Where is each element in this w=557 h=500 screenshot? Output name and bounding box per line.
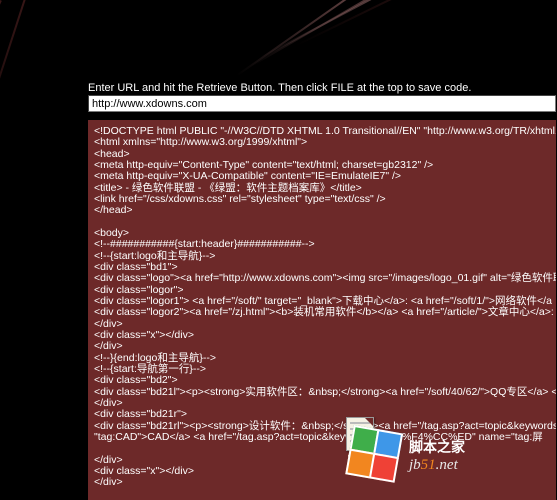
code-line: <div class="logo"><a href="http://www.xd… xyxy=(94,273,550,284)
bg-streak xyxy=(0,0,2,182)
code-line: </head> xyxy=(94,205,550,216)
code-line: <html xmlns="http://www.w3.org/1999/xhtm… xyxy=(94,137,550,148)
code-line xyxy=(94,217,550,228)
bg-streak xyxy=(0,0,32,228)
code-line: <div class="bd21r"> xyxy=(94,409,550,420)
code-line: <meta http-equiv="X-UA-Compatible" conte… xyxy=(94,171,550,182)
instruction-text: Enter URL and hit the Retrieve Button. T… xyxy=(88,82,471,94)
code-line: <link href="/css/xdowns.css" rel="styles… xyxy=(94,194,550,205)
site-logo: 脚本之家 jb51.net xyxy=(349,424,549,486)
code-line: <div class="logor2"><a href="/zj.html"><… xyxy=(94,307,550,318)
site-logo-domain: jb51.net xyxy=(409,457,465,474)
bg-streak xyxy=(236,0,401,76)
url-input[interactable] xyxy=(88,95,556,112)
site-logo-title: 脚本之家 xyxy=(409,437,465,457)
code-line: </div> xyxy=(94,341,550,352)
code-line: <div class="bd2"> xyxy=(94,375,550,386)
code-line: <!--###########{start:header}###########… xyxy=(94,239,550,250)
site-logo-icon xyxy=(345,425,405,485)
code-line: <div class="bd21l"><p><strong>实用软件区：&nbs… xyxy=(94,387,550,398)
code-line: <div class="x"></div> xyxy=(94,330,550,341)
